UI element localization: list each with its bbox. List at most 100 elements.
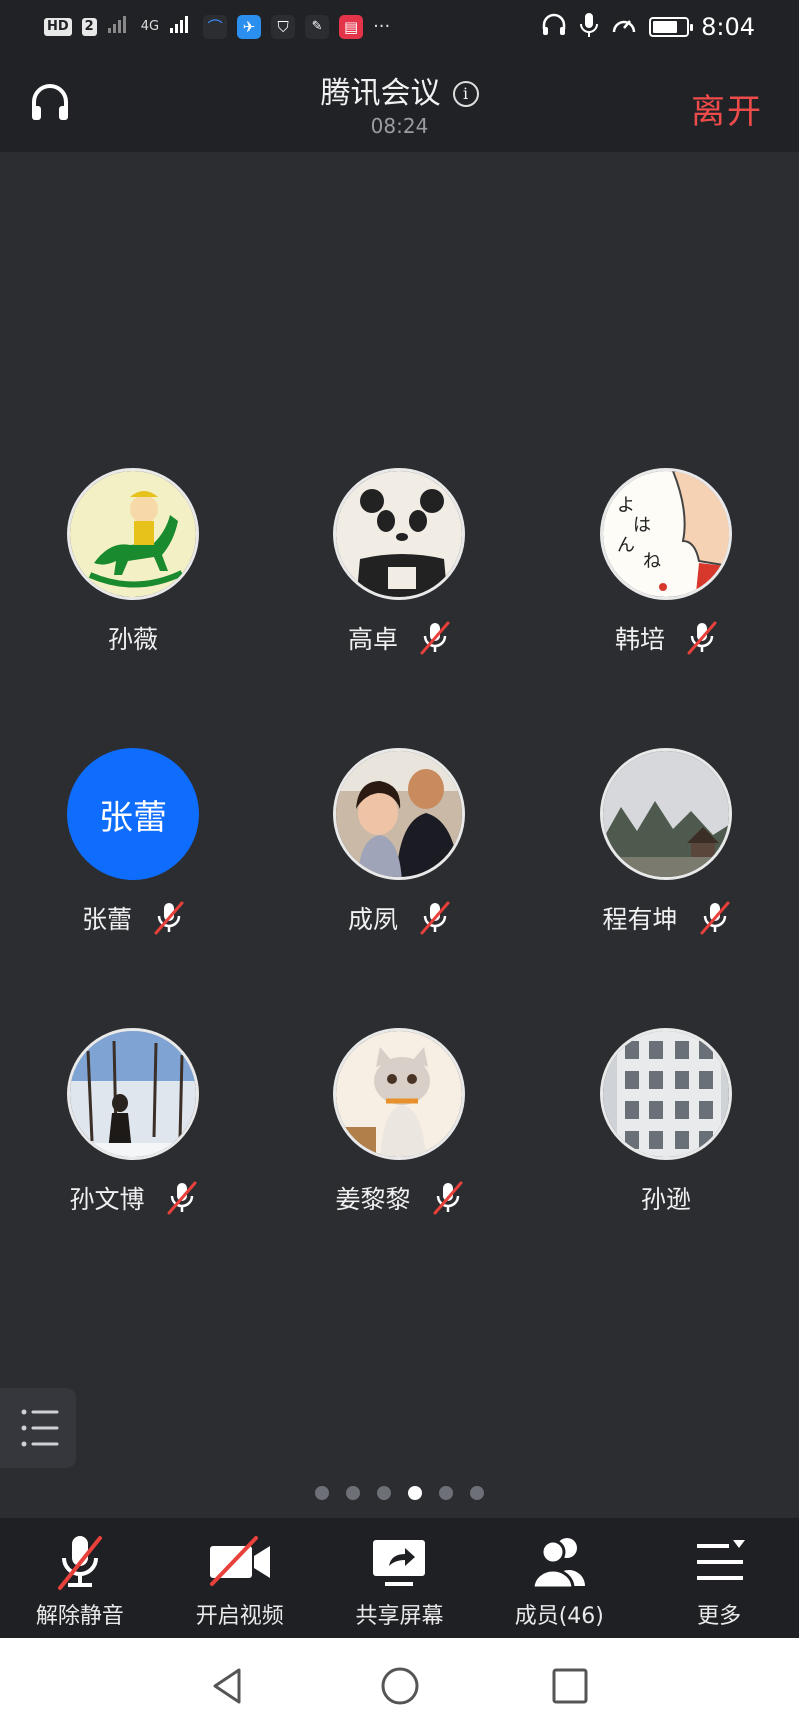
avatar — [333, 748, 465, 880]
leave-button[interactable]: 离开 — [691, 84, 763, 133]
share-screen-label: 共享屏幕 — [355, 1604, 444, 1629]
page-dot[interactable] — [315, 1486, 329, 1500]
member-tile[interactable]: 成夙 — [266, 748, 532, 1028]
member-name: 孙薇 — [107, 625, 158, 654]
avatar — [67, 1028, 199, 1160]
avatar: よはんね — [600, 468, 732, 600]
member-name: 姜黎黎 — [335, 1185, 411, 1214]
avatar: 张蕾 — [67, 748, 199, 880]
member-name-row: 高卓 — [266, 620, 532, 656]
mic-muted-icon — [420, 901, 450, 935]
member-name-row: 姜黎黎 — [266, 1180, 532, 1216]
member-name: 高卓 — [347, 625, 398, 654]
start-video-button[interactable]: 开启视频 — [160, 1518, 320, 1638]
more-button[interactable]: 更多 — [639, 1518, 799, 1638]
feishu-icon: ✈ — [237, 15, 262, 39]
avatar-text: 张蕾 — [99, 797, 167, 838]
status-bar: HD 2 4G ⌒ ✈ ⛉ ✎ ▤ ··· 8:04 — [0, 0, 799, 56]
more-menu-icon — [697, 1540, 746, 1580]
meeting-elapsed-time: 08:24 — [370, 114, 429, 138]
avatar — [600, 748, 732, 880]
avatar — [333, 1028, 465, 1160]
page-dot-active[interactable] — [408, 1486, 422, 1500]
member-name-row: 韩培 — [533, 620, 799, 656]
headset-status-icon — [541, 13, 567, 41]
member-name-row: 程有坤 — [533, 900, 799, 936]
avatar — [600, 1028, 732, 1160]
unmute-label: 解除静音 — [35, 1604, 124, 1629]
svg-text:ん: ん — [617, 535, 635, 556]
recents-icon[interactable] — [546, 1662, 594, 1710]
member-name-row: 成夙 — [266, 900, 532, 936]
mic-muted-icon — [167, 1181, 197, 1215]
mic-muted-icon — [433, 1181, 463, 1215]
status-left: HD 2 4G ⌒ ✈ ⛉ ✎ ▤ ··· — [44, 14, 390, 40]
start-video-label: 开启视频 — [195, 1604, 284, 1629]
member-name-row: 孙薇 — [0, 620, 266, 656]
status-right: 8:04 — [541, 12, 755, 42]
mic-muted-icon — [154, 901, 184, 935]
share-screen-icon — [373, 1540, 426, 1586]
member-tile[interactable]: 姜黎黎 — [266, 1028, 532, 1308]
meeting-toolbar: 解除静音 开启视频 共享屏幕 成员(46) 更多 — [0, 1518, 799, 1638]
network-label: 4G — [140, 19, 160, 34]
camera-off-icon — [209, 1536, 270, 1586]
mic-status-icon — [579, 12, 599, 42]
members-icon — [531, 1538, 586, 1590]
page-dot[interactable] — [470, 1486, 484, 1500]
meeting-title: 腾讯会议 — [320, 76, 441, 111]
member-name-row: 孙文博 — [0, 1180, 266, 1216]
back-icon[interactable] — [205, 1662, 253, 1710]
chat-list-button[interactable] — [0, 1388, 76, 1468]
shield-icon: ⛉ — [271, 15, 296, 39]
member-tile[interactable]: 程有坤 — [533, 748, 799, 1028]
home-icon[interactable] — [376, 1662, 424, 1710]
system-nav-bar — [0, 1638, 799, 1733]
member-name: 张蕾 — [81, 905, 132, 934]
members-button[interactable]: 成员(46) — [479, 1518, 639, 1638]
battery-icon — [649, 17, 694, 37]
mic-muted-icon — [687, 621, 717, 655]
list-icon — [21, 1409, 59, 1447]
svg-text:ね: ね — [643, 551, 661, 572]
svg-text:は: は — [633, 515, 651, 536]
page-dot[interactable] — [439, 1486, 453, 1500]
member-name: 孙逊 — [640, 1185, 691, 1214]
info-icon[interactable]: i — [452, 81, 479, 107]
mic-muted-icon — [700, 901, 730, 935]
member-name: 成夙 — [347, 905, 398, 934]
member-tile[interactable]: 张蕾 张蕾 — [0, 748, 266, 1028]
page-dot[interactable] — [377, 1486, 391, 1500]
member-name: 孙文博 — [69, 1185, 145, 1214]
avatar — [333, 468, 465, 600]
member-tile[interactable]: 孙文博 — [0, 1028, 266, 1308]
study-app-icon: ✎ — [305, 15, 330, 39]
meeting-title-row: 腾讯会议 i — [0, 68, 799, 112]
member-tile[interactable]: よはんね韩培 — [533, 468, 799, 748]
members-label: 成员(46) — [514, 1604, 604, 1629]
signal-icon — [107, 14, 131, 40]
clock: 8:04 — [701, 13, 755, 41]
member-name: 程有坤 — [602, 905, 678, 934]
member-tile[interactable]: 高卓 — [266, 468, 532, 748]
signal-strength-icon — [169, 14, 193, 40]
member-tile[interactable]: 孙逊 — [533, 1028, 799, 1308]
unmute-button[interactable]: 解除静音 — [0, 1518, 160, 1638]
member-name-row: 孙逊 — [533, 1180, 799, 1216]
page-dot[interactable] — [346, 1486, 360, 1500]
app-notification-icon: ⌒ — [203, 15, 228, 39]
member-tile[interactable]: 孙薇 — [0, 468, 266, 748]
more-label: 更多 — [697, 1604, 742, 1629]
member-name: 韩培 — [614, 625, 665, 654]
book-app-icon: ▤ — [339, 15, 364, 39]
speed-status-icon — [611, 13, 637, 41]
hd-badge: HD — [44, 18, 72, 36]
more-notifications-icon: ··· — [373, 16, 391, 37]
mic-muted-icon — [57, 1536, 102, 1590]
meeting-header: 腾讯会议 i 08:24 离开 — [0, 56, 799, 152]
page-indicator — [0, 1486, 799, 1500]
mic-muted-icon — [420, 621, 450, 655]
sim-badge: 2 — [81, 18, 97, 36]
avatar — [67, 468, 199, 600]
share-screen-button[interactable]: 共享屏幕 — [320, 1518, 480, 1638]
